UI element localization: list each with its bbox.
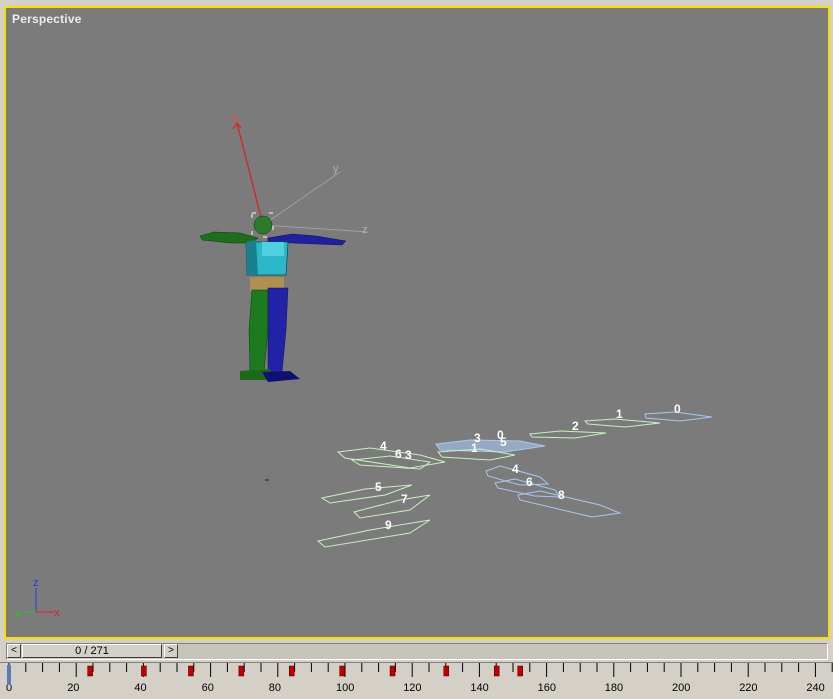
trackbar-tick-label: 180 [605,682,623,694]
footstep-number: 7 [401,492,408,506]
trackbar-tick-label: 100 [336,682,354,694]
animation-key[interactable] [87,665,93,677]
biped-character[interactable] [199,212,347,382]
animation-key[interactable] [188,665,194,677]
footstep-number: 5 [500,435,507,449]
footstep-number: 2 [572,419,579,433]
footstep-number: 1 [616,407,623,421]
trackbar-tick-label: 20 [67,682,79,694]
gizmo-y-label: y [333,163,339,175]
animation-key[interactable] [517,665,523,677]
footstep-left[interactable] [316,519,431,548]
footstep-right[interactable] [435,439,546,453]
footstep-number: 6 [526,475,533,489]
world-z-label: z [33,577,39,589]
trackbar-tick-label: 80 [269,682,281,694]
footstep-number: 8 [558,488,565,502]
animation-key[interactable] [238,665,245,677]
trackbar[interactable]: 0 20 40 60 80 100 120 140 160 180 200 220 240 [0,662,833,699]
trackbar-tick-label: 240 [806,682,824,694]
gizmo-x-label: x [232,112,238,124]
footstep-left[interactable] [529,430,607,439]
animation-key[interactable] [288,665,295,677]
footstep-number: 6 [395,447,402,461]
trackbar-tick-label: 40 [134,682,146,694]
trackbar-tick-label: 140 [470,682,488,694]
trackbar-tick-label: 220 [739,682,757,694]
trackbar-ruler[interactable]: 0 20 40 60 80 100 120 140 160 180 200 220 240 [0,663,833,699]
footstep-right[interactable] [517,490,622,518]
next-frame-button[interactable]: > [164,644,178,658]
animation-key[interactable] [443,665,450,677]
previous-frame-button[interactable]: < [7,644,21,658]
viewport-label[interactable]: Perspective [12,12,82,26]
trackbar-tick-label: 120 [403,682,421,694]
scene-canvas[interactable]: x y z 0 1 2 3 0 1 5 4 6 3 4 6 5 7 8 9 z … [4,6,830,639]
footsteps[interactable]: 0 1 2 3 0 1 5 4 6 3 4 6 5 7 8 9 [316,402,713,548]
footstep-number: 5 [375,480,382,494]
animation-key[interactable] [339,665,345,677]
animation-key[interactable] [493,665,500,677]
animation-key[interactable] [141,665,147,677]
footstep-number: 4 [512,462,519,476]
world-x-label: x [54,607,60,619]
world-axis-tripod: z x y [15,577,60,619]
footstep-number: 3 [405,448,412,462]
world-y-label: y [15,607,21,619]
footstep-number: 4 [380,439,387,453]
footstep-number: 9 [385,518,392,532]
animation-key[interactable] [389,665,396,677]
current-frame-marker[interactable] [7,665,11,685]
footstep-left[interactable] [336,447,446,469]
footstep-number: 0 [674,402,681,416]
gizmo-z-label: z [362,224,368,236]
perspective-viewport[interactable]: x y z 0 1 2 3 0 1 5 4 6 3 4 6 5 7 8 9 z … [4,6,830,639]
time-slider-thumb[interactable]: 0 / 271 [22,644,162,658]
footstep-left[interactable] [353,494,431,519]
footstep-number: 1 [471,441,478,455]
trackbar-tick-label: 60 [202,682,214,694]
trackbar-tick-label: 200 [672,682,690,694]
time-slider[interactable]: < 0 / 271 > [6,643,828,660]
trackbar-tick-label: 160 [538,682,556,694]
